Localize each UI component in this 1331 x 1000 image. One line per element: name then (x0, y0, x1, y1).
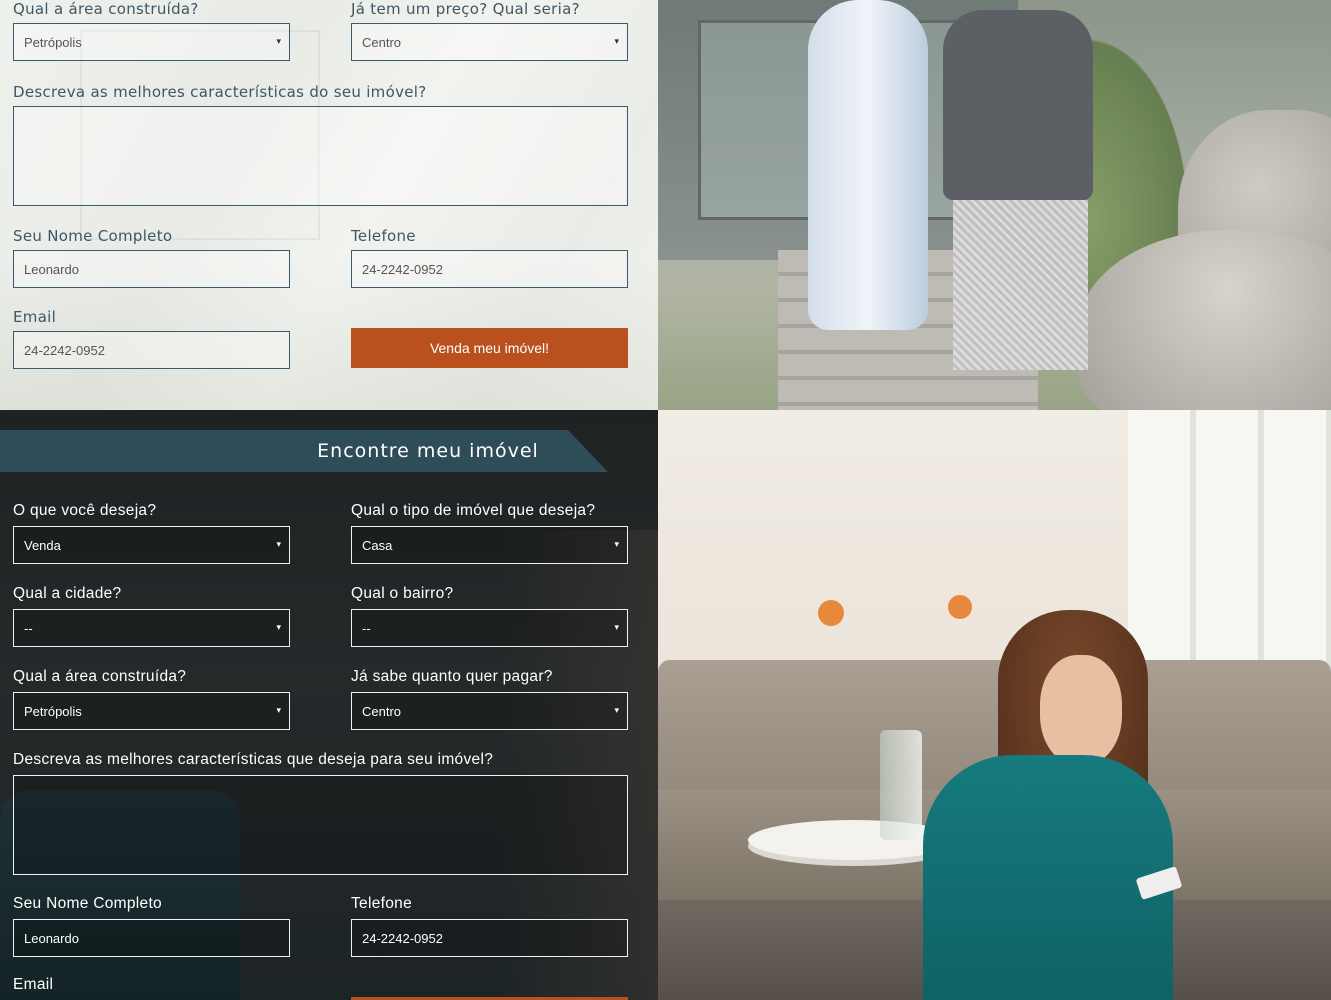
description-label: Descreva as melhores características do … (13, 83, 427, 101)
phone-label: Telefone (351, 895, 413, 912)
area-label: Qual a área construída? (13, 668, 187, 685)
budget-label: Já sabe quanto quer pagar? (351, 668, 553, 685)
area-select-value: Petrópolis (24, 703, 82, 719)
want-select-value: Venda (24, 537, 61, 553)
chevron-down-icon: ▾ (614, 539, 619, 549)
area-select-value: Petrópolis (24, 34, 82, 50)
name-input-value: Leonardo (24, 930, 79, 946)
area-select[interactable]: Petrópolis ▾ (13, 692, 290, 730)
name-input[interactable]: Leonardo (13, 250, 290, 288)
name-label: Seu Nome Completo (13, 227, 173, 245)
want-select[interactable]: Venda ▾ (13, 526, 290, 564)
budget-select[interactable]: Centro ▾ (351, 692, 628, 730)
sell-submit-button[interactable]: Venda meu imóvel! (351, 328, 628, 368)
price-label: Já tem um preço? Qual seria? (351, 0, 580, 18)
woman-sweater (923, 755, 1173, 1000)
phone-label: Telefone (351, 227, 416, 245)
section-title: Encontre meu imóvel (317, 440, 539, 462)
neighborhood-select-value: -- (362, 620, 371, 636)
type-select[interactable]: Casa ▾ (351, 526, 628, 564)
neighborhood-label: Qual o bairro? (351, 585, 454, 602)
couple-photo (658, 0, 1331, 410)
orange-flower (948, 595, 972, 619)
photo-overlay (658, 0, 1331, 410)
phone-input-value: 24-2242-0952 (362, 261, 443, 277)
city-label: Qual a cidade? (13, 585, 122, 602)
name-input[interactable]: Leonardo (13, 919, 290, 957)
type-label: Qual o tipo de imóvel que deseja? (351, 502, 596, 519)
email-input-value: 24-2242-0952 (24, 342, 105, 358)
want-label: O que você deseja? (13, 502, 157, 519)
type-select-value: Casa (362, 537, 393, 553)
phone-input-value: 24-2242-0952 (362, 930, 443, 946)
email-input[interactable]: 24-2242-0952 (13, 331, 290, 369)
woman-face (1040, 655, 1122, 765)
living-room-window (1128, 410, 1331, 670)
email-label: Email (13, 308, 57, 326)
sell-property-form: Qual a área construída? Petrópolis ▾ Já … (0, 0, 658, 410)
find-property-form: Encontre meu imóvel O que você deseja? V… (0, 410, 658, 1000)
living-room-photo (658, 410, 1331, 1000)
chevron-down-icon: ▾ (614, 705, 619, 715)
description-textarea[interactable] (13, 106, 628, 206)
glass-vase (880, 730, 922, 840)
price-select[interactable]: Centro ▾ (351, 23, 628, 61)
orange-flower (818, 600, 844, 626)
description-textarea[interactable] (13, 775, 628, 875)
price-select-value: Centro (362, 34, 402, 50)
city-select[interactable]: -- ▾ (13, 609, 290, 647)
neighborhood-select[interactable]: -- ▾ (351, 609, 628, 647)
phone-input[interactable]: 24-2242-0952 (351, 919, 628, 957)
description-label: Descreva as melhores características que… (13, 751, 494, 768)
chevron-down-icon: ▾ (614, 622, 619, 632)
city-select-value: -- (24, 620, 33, 636)
name-input-value: Leonardo (24, 261, 79, 277)
area-label: Qual a área construída? (13, 0, 199, 18)
phone-input[interactable]: 24-2242-0952 (351, 250, 628, 288)
budget-select-value: Centro (362, 703, 402, 719)
email-label: Email (13, 976, 54, 993)
chevron-down-icon: ▾ (276, 36, 281, 46)
chevron-down-icon: ▾ (276, 622, 281, 632)
chevron-down-icon: ▾ (276, 705, 281, 715)
chevron-down-icon: ▾ (614, 36, 619, 46)
chevron-down-icon: ▾ (276, 539, 281, 549)
name-label: Seu Nome Completo (13, 895, 162, 912)
area-select[interactable]: Petrópolis ▾ (13, 23, 290, 61)
